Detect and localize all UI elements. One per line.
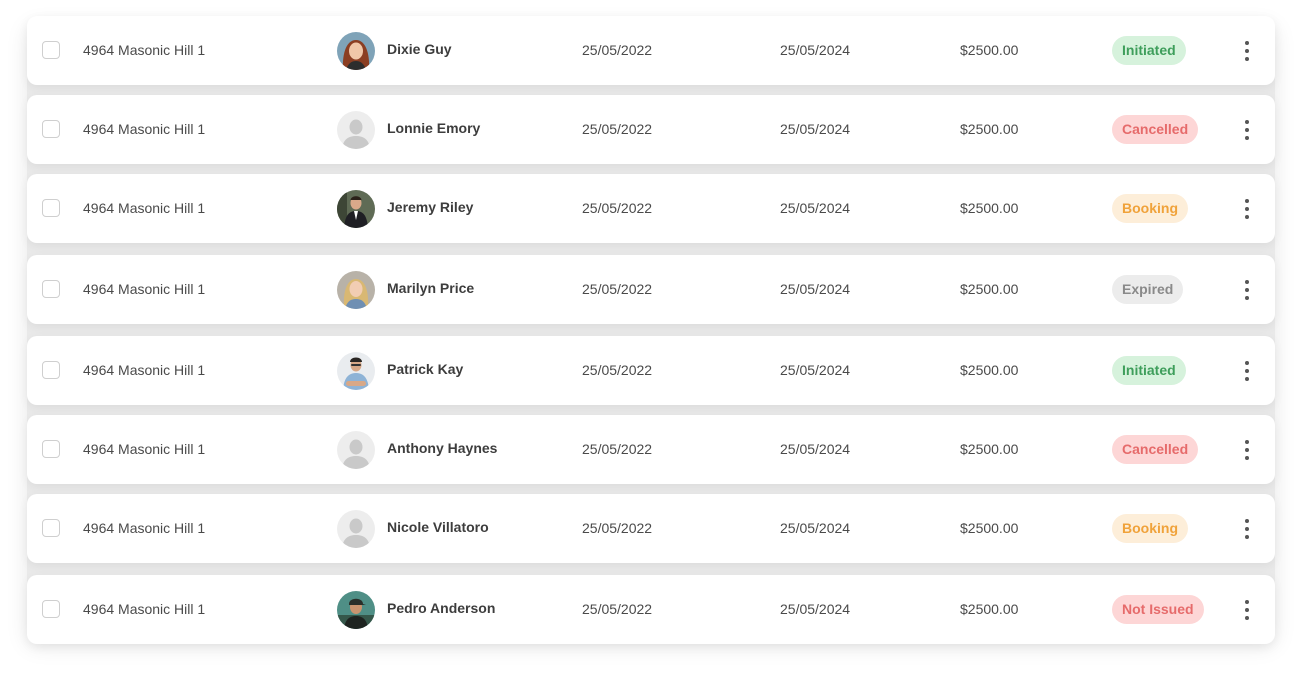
avatar xyxy=(337,31,375,70)
tenant: Marilyn Price xyxy=(337,255,474,324)
avatar xyxy=(337,509,375,548)
table-row[interactable]: 4964 Masonic Hill 1 Marilyn Price 25/05/20… xyxy=(27,255,1275,324)
tenant: Patrick Kay xyxy=(337,336,463,405)
more-vertical-icon[interactable] xyxy=(1236,117,1258,143)
end-date: 25/05/2024 xyxy=(780,121,851,137)
more-vertical-icon[interactable] xyxy=(1236,516,1258,542)
table-row[interactable]: 4964 Masonic Hill 1 Lonnie Emory 25/05/202… xyxy=(27,95,1275,164)
tenant: Dixie Guy xyxy=(337,16,452,85)
table-row[interactable]: 4964 Masonic Hill 1 Patrick Kay 25/05/2022… xyxy=(27,336,1275,405)
status-badge: Cancelled xyxy=(1112,115,1199,144)
end-date: 25/05/2024 xyxy=(780,42,851,58)
rent-amount: $2500.00 xyxy=(960,121,1019,137)
rent-amount: $2500.00 xyxy=(960,42,1019,58)
table-row[interactable]: 4964 Masonic Hill 1 Anthony Haynes 25/05/2… xyxy=(27,415,1275,484)
tenant-name: Lonnie Emory xyxy=(387,120,481,136)
property-address: 4964 Masonic Hill 1 xyxy=(83,121,206,137)
end-date: 25/05/2024 xyxy=(780,441,851,457)
tenant-name: Patrick Kay xyxy=(387,361,464,377)
status-badge: Cancelled xyxy=(1112,435,1199,464)
property-address: 4964 Masonic Hill 1 xyxy=(83,601,206,617)
avatar xyxy=(337,351,375,390)
tenant-name: Dixie Guy xyxy=(387,41,452,57)
table-row[interactable]: 4964 Masonic Hill 1 Dixie Guy 25/05/2022 25… xyxy=(27,16,1275,85)
rent-amount: $2500.00 xyxy=(960,601,1019,617)
rent-amount: $2500.00 xyxy=(960,441,1019,457)
row-checkbox[interactable] xyxy=(42,600,60,618)
row-checkbox[interactable] xyxy=(42,280,60,298)
end-date: 25/05/2024 xyxy=(780,520,851,536)
start-date: 25/05/2022 xyxy=(582,42,653,58)
more-vertical-icon[interactable] xyxy=(1236,358,1258,384)
start-date: 25/05/2022 xyxy=(582,121,653,137)
tenant: Nicole Villatoro xyxy=(337,494,489,563)
avatar xyxy=(337,430,375,469)
table-row[interactable]: 4964 Masonic Hill 1 Nicole Villatoro 25/05… xyxy=(27,494,1275,563)
rent-amount: $2500.00 xyxy=(960,362,1019,378)
end-date: 25/05/2024 xyxy=(780,281,851,297)
avatar xyxy=(337,590,375,629)
status-badge: Not Issued xyxy=(1112,595,1204,624)
row-checkbox[interactable] xyxy=(42,120,60,138)
property-address: 4964 Masonic Hill 1 xyxy=(83,362,206,378)
end-date: 25/05/2024 xyxy=(780,601,851,617)
avatar xyxy=(337,189,375,228)
property-address: 4964 Masonic Hill 1 xyxy=(83,520,206,536)
row-checkbox[interactable] xyxy=(42,361,60,379)
end-date: 25/05/2024 xyxy=(780,362,851,378)
status-badge: Initiated xyxy=(1112,356,1186,385)
tenant-name: Marilyn Price xyxy=(387,280,475,296)
avatar xyxy=(337,110,375,149)
property-address: 4964 Masonic Hill 1 xyxy=(83,281,206,297)
start-date: 25/05/2022 xyxy=(582,441,653,457)
table-row[interactable]: 4964 Masonic Hill 1 Jeremy Riley 25/05/202… xyxy=(27,174,1275,243)
row-checkbox[interactable] xyxy=(42,41,60,59)
row-checkbox[interactable] xyxy=(42,440,60,458)
status-badge: Booking xyxy=(1112,514,1188,543)
table-row[interactable]: 4964 Masonic Hill 1 Pedro Anderson 25/05/2… xyxy=(27,575,1275,644)
more-vertical-icon[interactable] xyxy=(1236,597,1258,623)
start-date: 25/05/2022 xyxy=(582,281,653,297)
tenant: Lonnie Emory xyxy=(337,95,480,164)
more-vertical-icon[interactable] xyxy=(1236,196,1258,222)
status-badge: Initiated xyxy=(1112,36,1186,65)
property-address: 4964 Masonic Hill 1 xyxy=(83,441,206,457)
tenant: Pedro Anderson xyxy=(337,575,495,644)
row-checkbox[interactable] xyxy=(42,519,60,537)
row-checkbox[interactable] xyxy=(42,199,60,217)
tenant-name: Jeremy Riley xyxy=(387,199,474,215)
rent-amount: $2500.00 xyxy=(960,281,1019,297)
rent-amount: $2500.00 xyxy=(960,200,1019,216)
start-date: 25/05/2022 xyxy=(582,362,653,378)
property-address: 4964 Masonic Hill 1 xyxy=(83,42,206,58)
more-vertical-icon[interactable] xyxy=(1236,38,1258,64)
tenant-name: Anthony Haynes xyxy=(387,440,498,456)
tenant-name: Nicole Villatoro xyxy=(387,519,489,535)
tenant-name: Pedro Anderson xyxy=(387,600,496,616)
status-badge: Booking xyxy=(1112,194,1188,223)
tenant: Jeremy Riley xyxy=(337,174,473,243)
status-badge: Expired xyxy=(1112,275,1184,304)
start-date: 25/05/2022 xyxy=(582,200,653,216)
more-vertical-icon[interactable] xyxy=(1236,437,1258,463)
start-date: 25/05/2022 xyxy=(582,601,653,617)
tenant: Anthony Haynes xyxy=(337,415,497,484)
start-date: 25/05/2022 xyxy=(582,520,653,536)
property-address: 4964 Masonic Hill 1 xyxy=(83,200,206,216)
end-date: 25/05/2024 xyxy=(780,200,851,216)
rent-amount: $2500.00 xyxy=(960,520,1019,536)
avatar xyxy=(337,270,375,309)
more-vertical-icon[interactable] xyxy=(1236,277,1258,303)
